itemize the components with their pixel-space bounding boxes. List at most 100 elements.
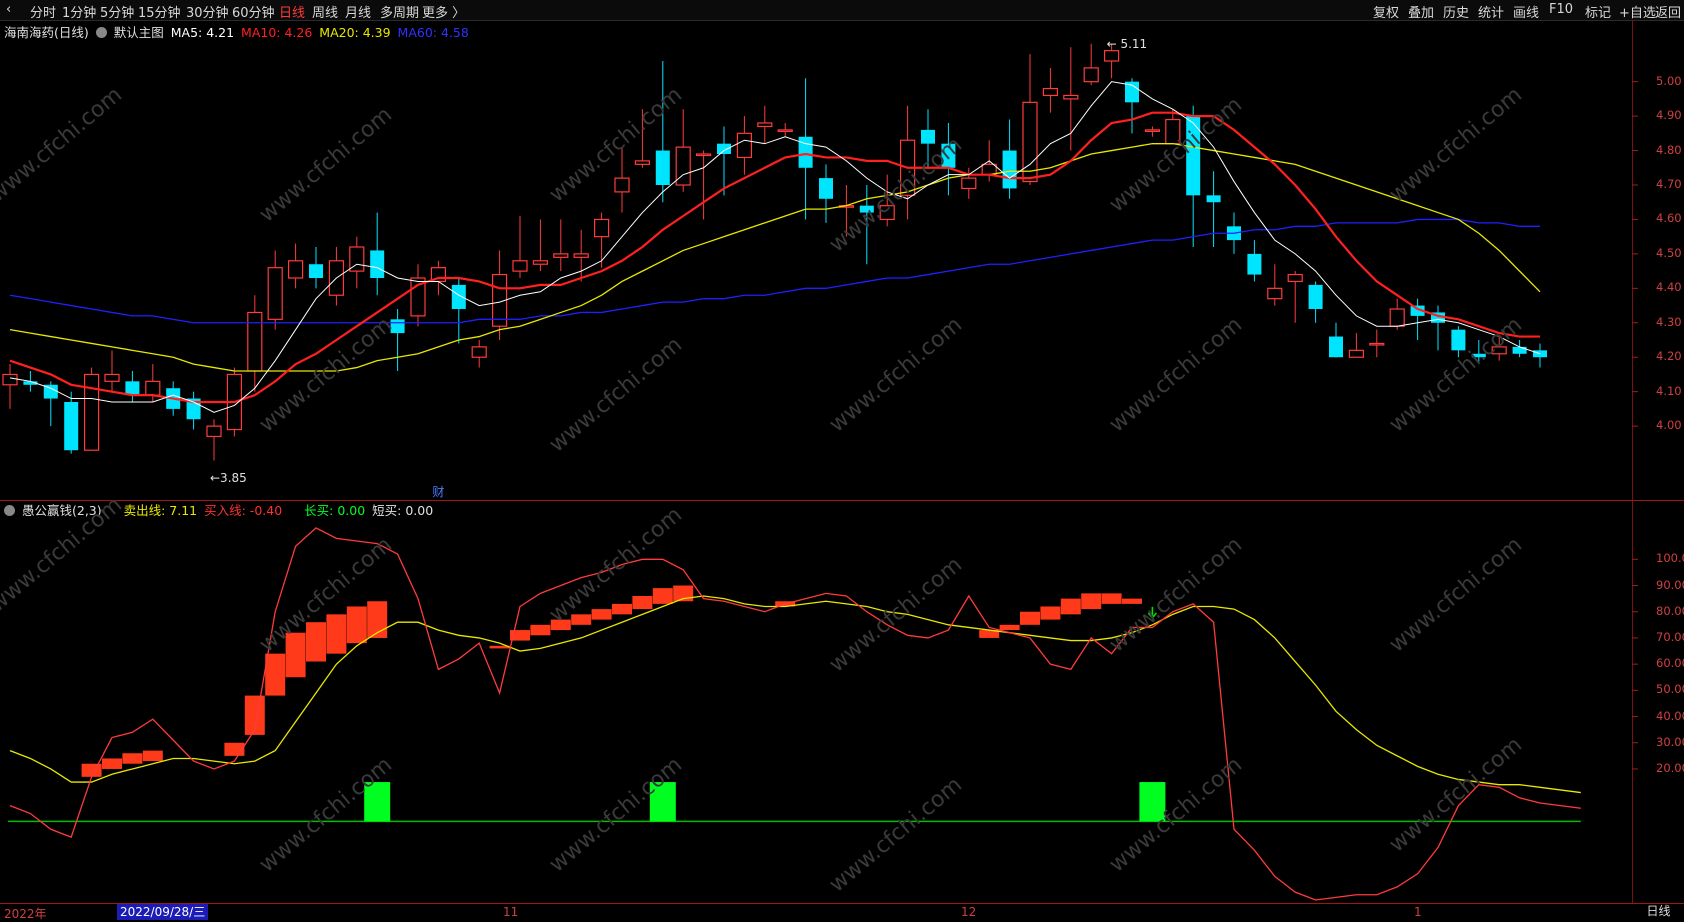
x-label-12: 12: [961, 905, 977, 919]
candle-body-15: [309, 264, 323, 278]
candle-body-56: [1144, 129, 1161, 132]
candle-body-23: [471, 346, 487, 358]
sell-box-9: [326, 614, 347, 654]
sub-ytick-1: 90.00: [1656, 577, 1684, 592]
watermark-13: www.cfchi.com: [545, 332, 687, 457]
sell-box-0: [81, 763, 102, 777]
sell-box-24: [999, 624, 1020, 631]
candle-body-34: [695, 153, 712, 157]
candle-body-63: [1287, 273, 1303, 283]
candle-body-10: [206, 425, 222, 438]
candle-body-47: [961, 177, 977, 190]
main-ytick-0: 5.00: [1656, 73, 1682, 88]
candle-body-67: [1369, 342, 1385, 346]
ma5-line: [9, 81, 1541, 413]
candle-body-64: [1308, 284, 1323, 309]
main-ytick-6: 4.40: [1656, 280, 1682, 295]
candle-body-13: [267, 267, 283, 320]
main-ytick-10: 4.00: [1656, 418, 1682, 433]
main-ytick-5: 4.50: [1656, 245, 1682, 260]
main-ytick-8: 4.20: [1656, 349, 1682, 364]
sub-ytick-2: 80.00: [1656, 603, 1684, 618]
candle-body-5: [104, 373, 120, 382]
candle-body-38: [777, 129, 793, 132]
watermark-14: www.cfchi.com: [825, 312, 967, 437]
watermark-0: www.cfchi.com: [0, 82, 127, 207]
candle-body-30: [614, 177, 630, 193]
watermark-20: www.cfchi.com: [1105, 752, 1247, 877]
candle-body-7: [145, 380, 161, 396]
sell-box-14: [530, 624, 551, 636]
candle-body-32: [655, 150, 670, 185]
watermark-1: www.cfchi.com: [255, 102, 397, 227]
ma10-line: [9, 111, 1540, 404]
sell-box-2: [122, 753, 143, 764]
watermark-19: www.cfchi.com: [825, 772, 967, 897]
sell-box-30: [1122, 598, 1142, 604]
candle-body-3: [64, 402, 79, 451]
sub-ytick-0: 100.00: [1656, 551, 1684, 566]
main-ytick-2: 4.80: [1656, 142, 1682, 157]
candle-body-52: [1063, 94, 1079, 100]
x-label-2022: 2022年: [4, 907, 47, 921]
sell-box-25: [1020, 611, 1040, 625]
x-label-11: 11: [503, 905, 519, 919]
sell-box-6: [265, 653, 286, 696]
candle-body-62: [1267, 287, 1283, 300]
watermark-6: www.cfchi.com: [0, 492, 127, 617]
candle-body-54: [1103, 50, 1120, 62]
high-annotation: ← 5.11: [1107, 37, 1148, 51]
sub-ytick-6: 40.00: [1656, 708, 1684, 723]
watermark-10: www.cfchi.com: [1105, 532, 1247, 657]
watermark-12: www.cfchi.com: [255, 312, 397, 437]
cursor-date: 2022/09/28/三: [117, 904, 209, 920]
kline-chart[interactable]: ← 5.11 ←3.85 财 www.cfchi.com www.cfchi.com ww…: [0, 0, 1684, 920]
ma20-line: [9, 143, 1541, 372]
candle-body-0: [2, 373, 18, 386]
sell-box-19: [632, 596, 653, 610]
watermark-21: www.cfchi.com: [1385, 732, 1527, 857]
finance-marker: 财: [432, 485, 444, 499]
candle-body-22: [451, 284, 466, 309]
candle-body-51: [1042, 87, 1059, 97]
watermark-9: www.cfchi.com: [825, 552, 967, 677]
candle-body-31: [634, 160, 651, 165]
main-ytick-1: 4.90: [1656, 108, 1682, 123]
sell-box-28: [1081, 593, 1102, 610]
candle-body-50: [1022, 101, 1038, 183]
sell-box-18: [612, 603, 632, 615]
sell-box-26: [1040, 606, 1061, 620]
sell-box-27: [1060, 598, 1081, 615]
candle-body-48: [981, 163, 997, 176]
sell-box-8: [306, 622, 326, 662]
watermark-11: www.cfchi.com: [1385, 532, 1527, 657]
candle-body-45: [921, 129, 935, 144]
candle-body-29: [593, 218, 610, 238]
candle-body-53: [1083, 67, 1099, 83]
candle-body-12: [247, 311, 263, 372]
sell-box-1: [102, 758, 122, 769]
sub-ytick-8: 20.00: [1656, 760, 1684, 775]
candle-body-36: [736, 132, 753, 159]
sell-box-10: [346, 606, 367, 644]
sub-ytick-5: 50.00: [1656, 682, 1684, 697]
candle-body-35: [717, 143, 731, 154]
sell-box-29: [1101, 593, 1122, 604]
candle-body-26: [532, 260, 549, 265]
candle-body-27: [553, 253, 569, 258]
period-corner-label[interactable]: 日线: [1633, 903, 1684, 920]
candle-body-66: [1348, 349, 1365, 358]
candle-body-6: [125, 381, 140, 396]
candle-body-14: [288, 260, 304, 279]
main-ytick-3: 4.70: [1656, 177, 1682, 191]
candle-body-65: [1329, 336, 1343, 358]
watermark-15: www.cfchi.com: [1105, 312, 1247, 437]
sell-line: [9, 595, 1581, 794]
sell-box-3: [142, 750, 163, 762]
sell-box-17: [591, 609, 612, 620]
sub-ytick-7: 30.00: [1656, 734, 1684, 749]
candle-body-25: [512, 260, 528, 272]
candle-body-39: [798, 136, 813, 168]
candle-body-71: [1451, 329, 1466, 351]
sell-box-20: [652, 588, 673, 604]
